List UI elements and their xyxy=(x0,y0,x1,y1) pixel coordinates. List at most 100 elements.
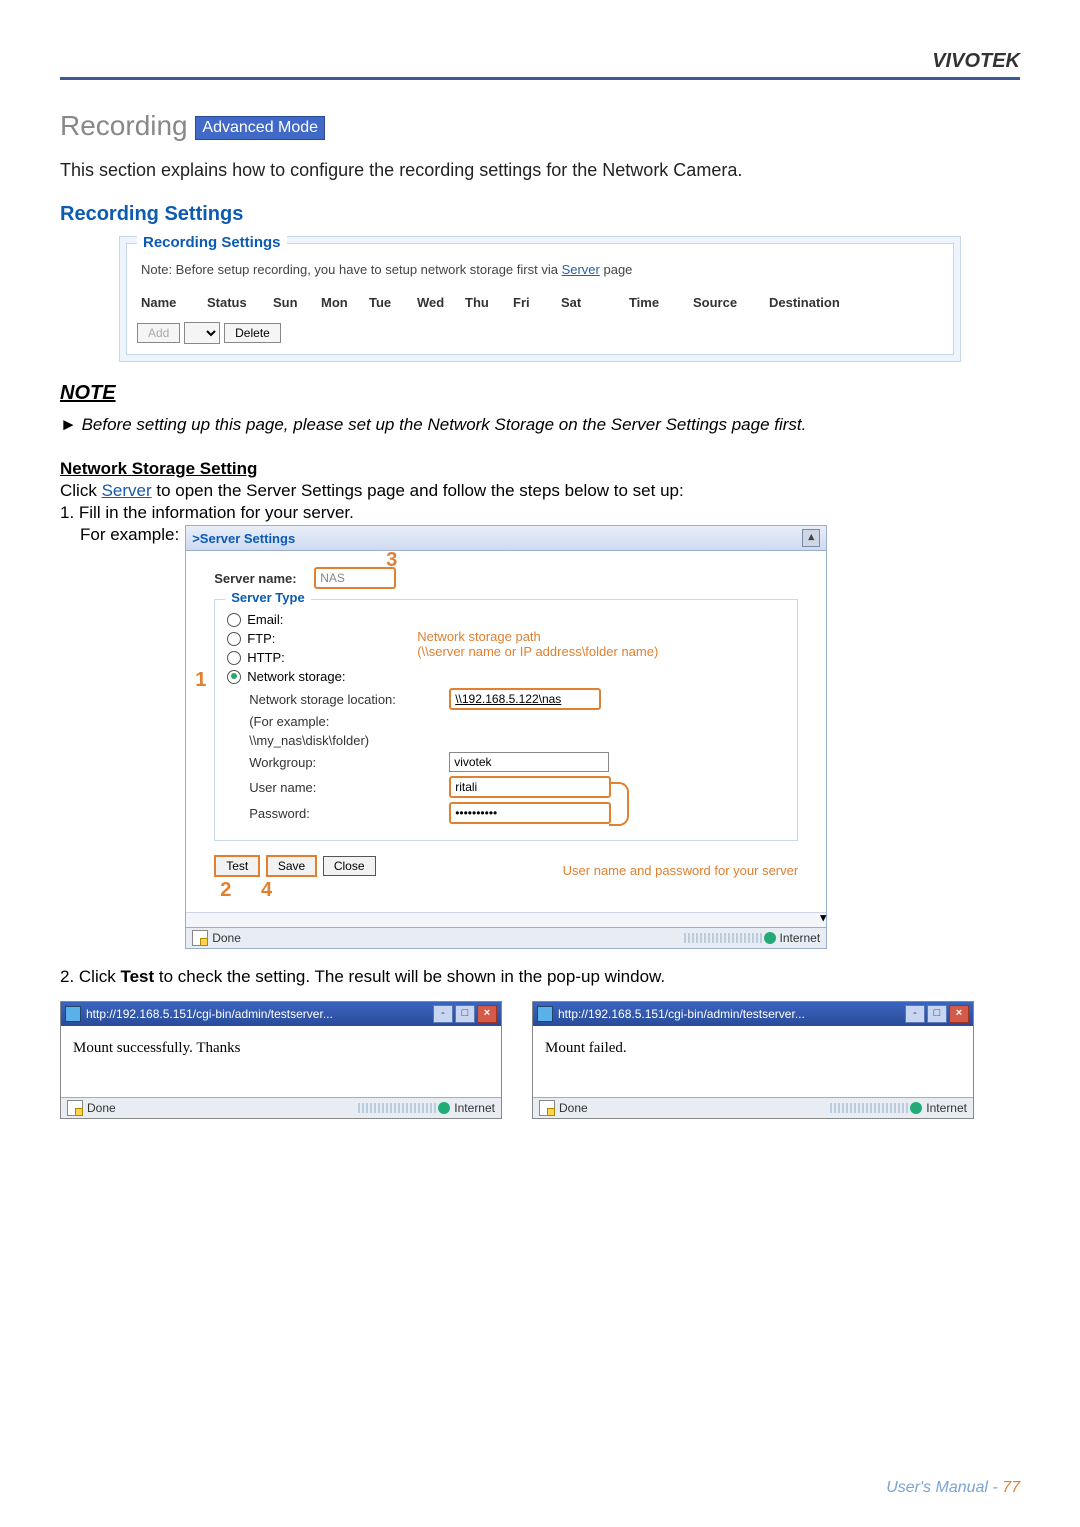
ns-example-value: \\my_nas\disk\folder) xyxy=(249,733,449,748)
recording-action-bar: Add Delete xyxy=(137,322,943,344)
password-input[interactable] xyxy=(449,802,611,824)
done-icon xyxy=(67,1100,83,1116)
popup-success: http://192.168.5.151/cgi-bin/admin/tests… xyxy=(60,1001,502,1119)
server-type-legend: Server Type xyxy=(225,590,310,605)
popup-success-title: http://192.168.5.151/cgi-bin/admin/tests… xyxy=(61,1002,501,1026)
footer: User's Manual - 77 xyxy=(886,1479,1020,1497)
ie-icon xyxy=(537,1006,553,1022)
col-status: Status xyxy=(207,295,259,310)
close-icon[interactable]: × xyxy=(949,1005,969,1023)
recording-table-header: Name Status Sun Mon Tue Wed Thu Fri Sat … xyxy=(137,289,943,316)
network-storage-radio[interactable] xyxy=(227,670,241,684)
http-label: HTTP: xyxy=(247,650,285,665)
callout-2: 2 xyxy=(220,879,231,901)
close-icon[interactable]: × xyxy=(477,1005,497,1023)
done-icon xyxy=(192,930,208,946)
userpw-callout-bracket xyxy=(609,782,629,826)
status-done: Done xyxy=(559,1101,588,1115)
ns-example-label: (For example: xyxy=(249,714,449,729)
note-prefix: Note: Before setup recording, you have t… xyxy=(141,262,562,277)
server-link-2[interactable]: Server xyxy=(102,481,152,500)
footer-label: User's Manual - xyxy=(886,1479,1002,1496)
close-button[interactable]: Close xyxy=(323,856,376,876)
server-name-label: Server name: xyxy=(214,571,314,586)
col-destination: Destination xyxy=(769,295,859,310)
page-number: 77 xyxy=(1002,1479,1020,1496)
email-radio[interactable] xyxy=(227,613,241,627)
scroll-up-icon[interactable]: ▴ xyxy=(802,529,820,547)
nss-line1: Click Server to open the Server Settings… xyxy=(60,481,1020,501)
col-sat: Sat xyxy=(561,295,595,310)
popup-fail-title: http://192.168.5.151/cgi-bin/admin/tests… xyxy=(533,1002,973,1026)
done-icon xyxy=(539,1100,555,1116)
save-button[interactable]: Save xyxy=(266,855,317,877)
step2-pre: 2. Click xyxy=(60,967,120,986)
statusbar-separator xyxy=(830,1103,910,1113)
server-name-input[interactable] xyxy=(314,567,396,589)
step2-bold: Test xyxy=(120,967,154,986)
http-radio[interactable] xyxy=(227,651,241,665)
popup-url: http://192.168.5.151/cgi-bin/admin/tests… xyxy=(558,1007,805,1021)
server-settings-window: >Server Settings ▴ 3 Server name: Server… xyxy=(185,525,827,949)
recording-settings-legend: Recording Settings xyxy=(137,234,287,251)
section-title-text: Recording xyxy=(60,110,188,141)
ftp-label: FTP: xyxy=(247,631,275,646)
note-line: ► Before setting up this page, please se… xyxy=(60,415,1020,435)
popup-fail-body: Mount failed. xyxy=(533,1026,973,1097)
password-label: Password: xyxy=(249,806,449,821)
maximize-icon[interactable]: □ xyxy=(455,1005,475,1023)
internet-zone-icon xyxy=(910,1102,922,1114)
test-button[interactable]: Test xyxy=(214,855,260,877)
add-button[interactable]: Add xyxy=(137,323,180,343)
for-example-label: For example: xyxy=(80,525,179,545)
status-zone: Internet xyxy=(454,1101,495,1115)
col-time: Time xyxy=(609,295,679,310)
col-sun: Sun xyxy=(273,295,307,310)
intro-text: This section explains how to configure t… xyxy=(60,160,1020,181)
minimize-icon[interactable]: - xyxy=(433,1005,453,1023)
workgroup-input[interactable] xyxy=(449,752,609,772)
col-mon: Mon xyxy=(321,295,355,310)
popup-url: http://192.168.5.151/cgi-bin/admin/tests… xyxy=(86,1007,333,1021)
minimize-icon[interactable]: - xyxy=(905,1005,925,1023)
note-text: Before setting up this page, please set … xyxy=(82,415,807,434)
callout-1: 1 xyxy=(195,669,206,692)
recording-settings-heading: Recording Settings xyxy=(60,203,1020,226)
recording-settings-panel: Recording Settings Note: Before setup re… xyxy=(119,236,961,362)
internet-zone-icon xyxy=(764,932,776,944)
callout-4: 4 xyxy=(261,879,272,901)
recording-select[interactable] xyxy=(184,322,220,344)
ns-location-input[interactable] xyxy=(449,688,601,710)
ie-icon xyxy=(65,1006,81,1022)
annot-path-2: (\\server name or IP address\folder name… xyxy=(417,644,658,659)
delete-button[interactable]: Delete xyxy=(224,323,281,343)
col-name: Name xyxy=(141,295,193,310)
server-settings-statusbar: Done Internet xyxy=(186,927,826,948)
ftp-radio[interactable] xyxy=(227,632,241,646)
scroll-down-icon[interactable]: ▴ xyxy=(820,913,827,927)
username-label: User name: xyxy=(249,780,449,795)
server-link[interactable]: Server xyxy=(562,262,600,277)
maximize-icon[interactable]: □ xyxy=(927,1005,947,1023)
workgroup-label: Workgroup: xyxy=(249,755,449,770)
internet-zone-icon xyxy=(438,1102,450,1114)
col-source: Source xyxy=(693,295,755,310)
col-tue: Tue xyxy=(369,295,403,310)
arrow-icon: ► xyxy=(60,415,77,434)
popup-success-status: Done Internet xyxy=(61,1097,501,1118)
nss-step1: 1. Fill in the information for your serv… xyxy=(60,503,1020,523)
server-settings-title: >Server Settings xyxy=(192,531,295,546)
network-storage-label: Network storage: xyxy=(247,669,345,684)
server-settings-titlebar: >Server Settings ▴ xyxy=(186,526,826,551)
test-result-popups: http://192.168.5.151/cgi-bin/admin/tests… xyxy=(60,1001,1020,1119)
section-title: Recording Advanced Mode xyxy=(60,110,1020,142)
ns-location-label: Network storage location: xyxy=(249,692,449,707)
advanced-mode-badge: Advanced Mode xyxy=(195,116,325,140)
col-fri: Fri xyxy=(513,295,547,310)
username-input[interactable] xyxy=(449,776,611,798)
nss-pre: Click xyxy=(60,481,102,500)
brand-label: VIVOTEK xyxy=(60,50,1020,77)
note-suffix: page xyxy=(603,262,632,277)
annot-path-1: Network storage path xyxy=(417,629,658,644)
step2: 2. Click Test to check the setting. The … xyxy=(60,967,1020,987)
